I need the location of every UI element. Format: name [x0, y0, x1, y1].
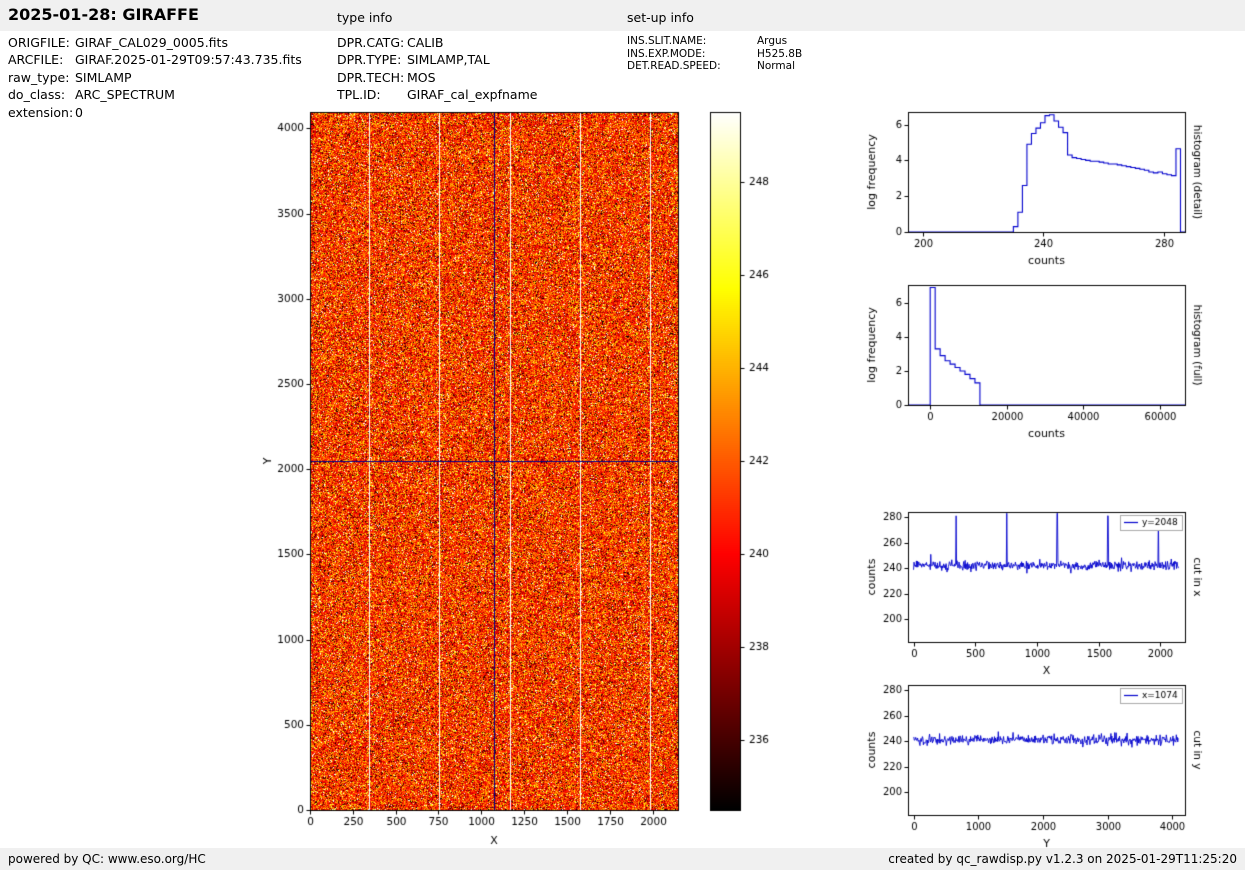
info-value: H525.8B	[757, 48, 802, 60]
info-row: DPR.TYPE:SIMLAMP,TAL	[337, 51, 537, 68]
info-key: ORIGFILE:	[8, 34, 75, 51]
info-row: DET.READ.SPEED:Normal	[627, 60, 802, 73]
colorbar	[705, 104, 785, 824]
info-row: DPR.TECH:MOS	[337, 69, 537, 86]
info-value: GIRAF_CAL029_0005.fits	[75, 35, 228, 50]
info-value: SIMLAMP	[75, 70, 132, 85]
info-row: ARCFILE:GIRAF.2025-01-29T09:57:43.735.fi…	[8, 51, 302, 68]
footer-credit-left: powered by QC: www.eso.org/HC	[8, 852, 206, 866]
info-key: extension:	[8, 104, 75, 121]
info-value: MOS	[407, 70, 436, 85]
info-value: CALIB	[407, 35, 444, 50]
info-value: SIMLAMP,TAL	[407, 52, 490, 67]
info-key: do_class:	[8, 86, 75, 103]
info-key: DET.READ.SPEED:	[627, 60, 757, 73]
histogram-full-plot	[855, 277, 1215, 449]
page-title: 2025-01-28: GIRAFFE	[8, 5, 199, 24]
info-value: ARC_SPECTRUM	[75, 87, 175, 102]
info-value: Argus	[757, 35, 787, 47]
setup-info-block: INS.SLIT.NAME:ArgusINS.EXP.MODE:H525.8BD…	[627, 35, 802, 73]
info-value: GIRAF.2025-01-29T09:57:43.735.fits	[75, 52, 302, 67]
info-key: DPR.TYPE:	[337, 51, 407, 68]
footer-credit-right: created by qc_rawdisp.py v1.2.3 on 2025-…	[888, 852, 1237, 866]
info-row: DPR.CATG:CALIB	[337, 34, 537, 51]
info-row: INS.EXP.MODE:H525.8B	[627, 48, 802, 61]
setup-info-heading: set-up info	[627, 10, 694, 25]
info-key: INS.EXP.MODE:	[627, 48, 757, 61]
info-key: raw_type:	[8, 69, 75, 86]
info-key: INS.SLIT.NAME:	[627, 35, 757, 48]
cut-in-x-plot	[855, 504, 1215, 676]
info-row: do_class:ARC_SPECTRUM	[8, 86, 302, 103]
qc-rawdisp-page: { "header": { "title": "2025-01-28: GIRA…	[0, 0, 1245, 870]
info-value: 0	[75, 105, 83, 120]
histogram-detail-plot	[855, 104, 1215, 276]
info-key: ARCFILE:	[8, 51, 75, 68]
info-row: TPL.ID:GIRAF_cal_expfname	[337, 86, 537, 103]
type-info-heading: type info	[337, 10, 392, 25]
footer-bar: powered by QC: www.eso.org/HC created by…	[0, 848, 1245, 870]
cut-in-y-plot	[855, 677, 1215, 849]
info-key: TPL.ID:	[337, 86, 407, 103]
info-key: DPR.TECH:	[337, 69, 407, 86]
info-key: DPR.CATG:	[337, 34, 407, 51]
header-bar: 2025-01-28: GIRAFFE type info set-up inf…	[0, 0, 1245, 31]
raw-image-plot	[250, 104, 690, 854]
info-row: raw_type:SIMLAMP	[8, 69, 302, 86]
info-value: GIRAF_cal_expfname	[407, 87, 537, 102]
info-value: Normal	[757, 60, 795, 72]
info-row: ORIGFILE:GIRAF_CAL029_0005.fits	[8, 34, 302, 51]
info-row: INS.SLIT.NAME:Argus	[627, 35, 802, 48]
type-info-block: DPR.CATG:CALIBDPR.TYPE:SIMLAMP,TALDPR.TE…	[337, 34, 537, 104]
